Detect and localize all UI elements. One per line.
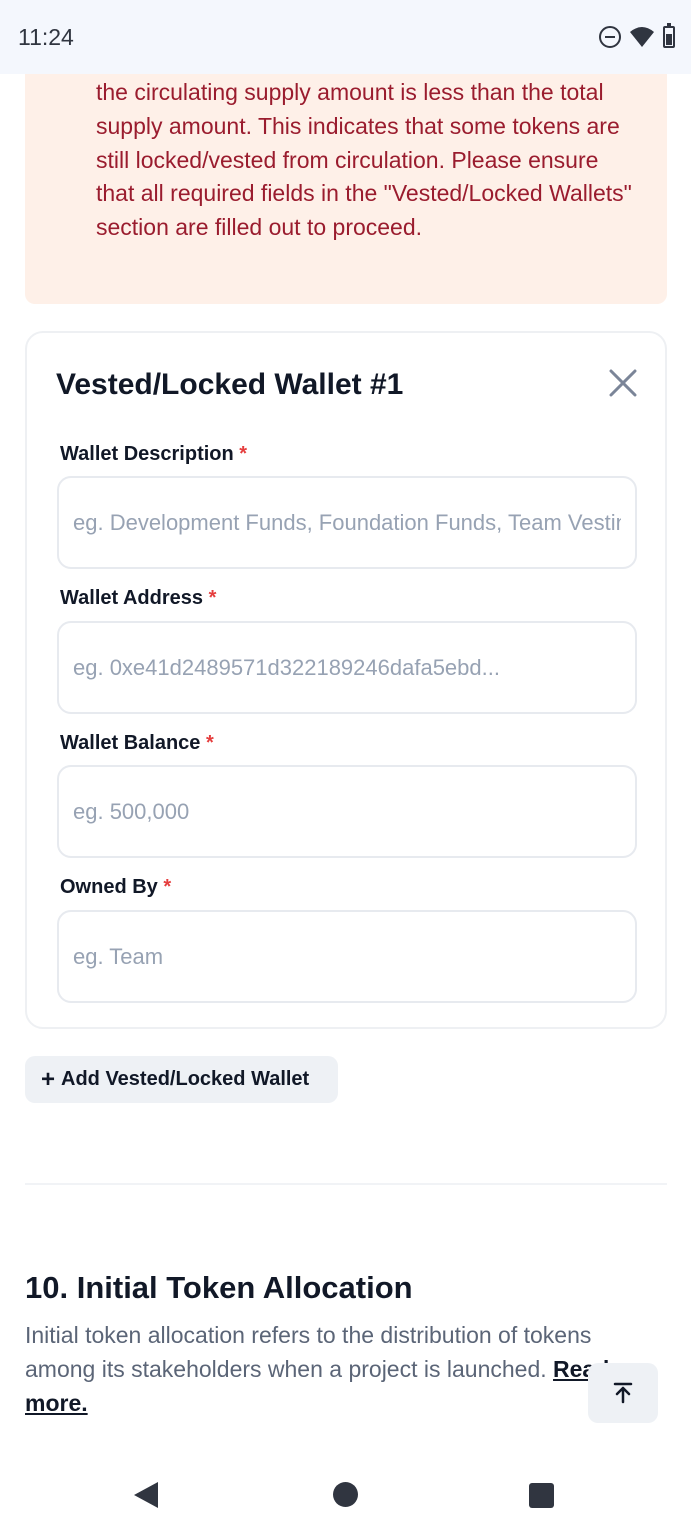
wallet-description-input[interactable] [57, 476, 637, 569]
section-description-text: Initial token allocation refers to the d… [25, 1322, 592, 1382]
wallet-balance-label-text: Wallet Balance [60, 732, 201, 754]
alert-text: the circulating supply amount is less th… [96, 79, 632, 241]
section-divider [25, 1183, 667, 1185]
add-vested-wallet-button[interactable]: + Add Vested/Locked Wallet [25, 1056, 338, 1103]
wallet-address-label-text: Wallet Address [60, 587, 203, 609]
wallet-address-input[interactable] [57, 621, 637, 714]
required-marker: * [205, 732, 214, 754]
wallet-description-label: Wallet Description * [60, 443, 247, 466]
owned-by-input[interactable] [57, 910, 637, 1003]
scroll-to-top-button[interactable] [588, 1363, 658, 1423]
status-bar: 11:24 [0, 0, 691, 74]
vested-warning-alert: the circulating supply amount is less th… [25, 60, 667, 304]
required-marker: * [208, 587, 217, 609]
owned-by-label: Owned By * [60, 876, 171, 899]
wallet-card-title: Vested/Locked Wallet #1 [56, 368, 404, 401]
wallet-address-label: Wallet Address * [60, 587, 216, 610]
section-description: Initial token allocation refers to the d… [25, 1318, 665, 1420]
battery-icon [663, 23, 675, 48]
close-icon[interactable] [607, 367, 639, 399]
required-marker: * [163, 876, 172, 898]
recents-icon[interactable] [529, 1483, 554, 1508]
wallet-balance-input[interactable] [57, 765, 637, 858]
system-nav-bar [0, 1456, 691, 1536]
status-time: 11:24 [18, 23, 74, 50]
home-icon[interactable] [333, 1482, 358, 1507]
status-icons [599, 23, 675, 48]
back-icon[interactable] [134, 1482, 158, 1508]
do-not-disturb-icon [599, 26, 621, 48]
plus-icon: + [41, 1065, 56, 1093]
required-marker: * [239, 443, 248, 465]
add-vested-wallet-label: Add Vested/Locked Wallet [61, 1068, 310, 1090]
wallet-description-label-text: Wallet Description [60, 443, 234, 465]
owned-by-label-text: Owned By [60, 876, 158, 898]
arrow-up-to-line-icon [613, 1382, 633, 1404]
section-title: 10. Initial Token Allocation [25, 1270, 413, 1305]
wifi-icon [630, 27, 654, 47]
wallet-balance-label: Wallet Balance * [60, 732, 214, 755]
wallet-card: Vested/Locked Wallet #1 Wallet Descripti… [25, 331, 667, 1029]
